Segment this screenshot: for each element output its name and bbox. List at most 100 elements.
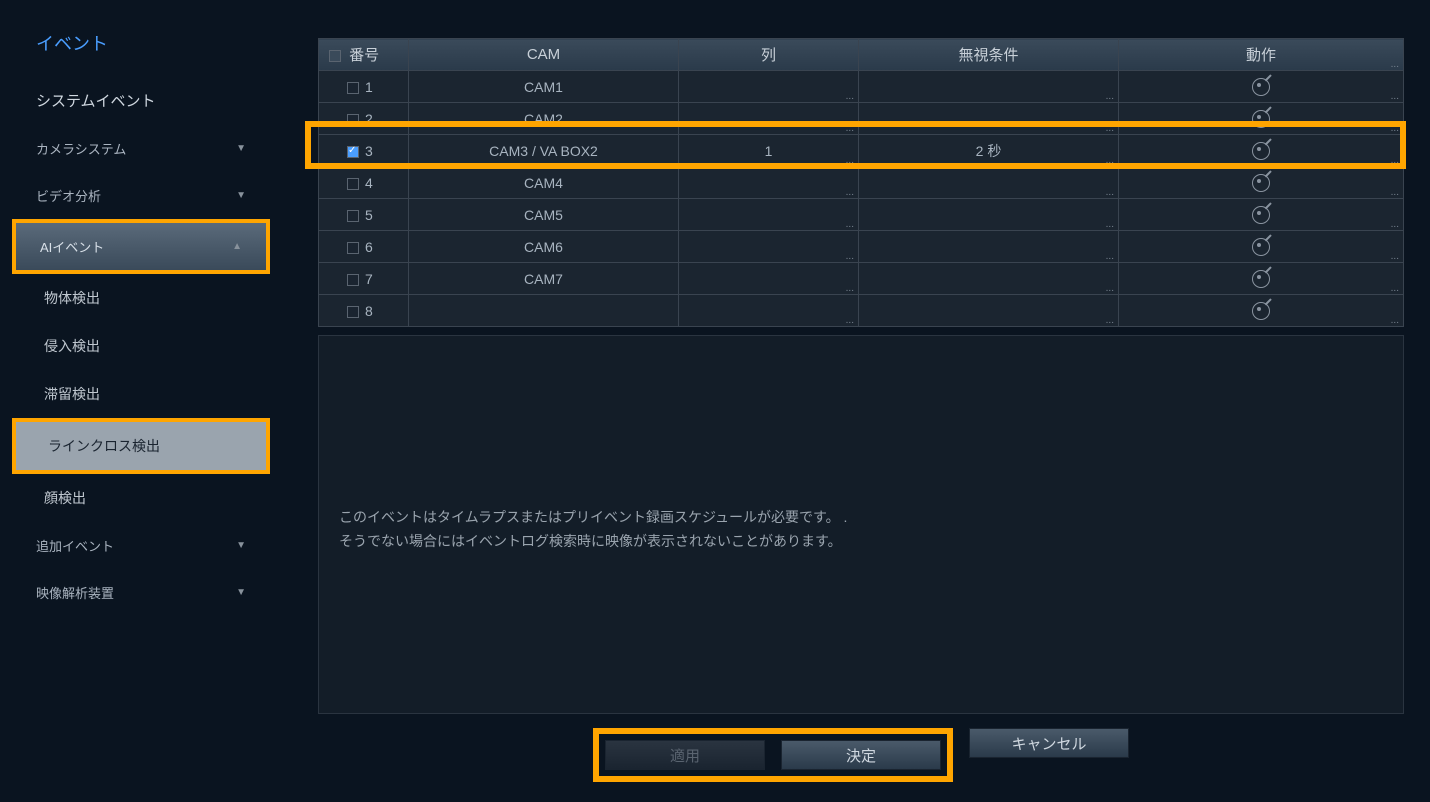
table-row[interactable]: 4CAM4.........: [319, 167, 1404, 199]
cell-num[interactable]: 7: [319, 263, 409, 295]
highlight-buttons: 適用 決定: [593, 728, 953, 782]
chevron-up-icon: ▲: [232, 241, 242, 252]
table-row[interactable]: 2CAM2.........: [319, 103, 1404, 135]
cell-row[interactable]: 1...: [679, 135, 859, 167]
highlight-ai-event: AIイベント ▲: [12, 219, 270, 274]
cell-ignore[interactable]: ...: [859, 199, 1119, 231]
cell-num[interactable]: 8: [319, 295, 409, 327]
cell-num[interactable]: 1: [319, 71, 409, 103]
sidebar-item-intrusion-detection[interactable]: 侵入検出: [0, 322, 282, 370]
table-row[interactable]: 3CAM3 / VA BOX21...2 秒......: [319, 135, 1404, 167]
action-config-icon[interactable]: [1252, 302, 1270, 320]
cell-row[interactable]: ...: [679, 199, 859, 231]
sidebar-item-ai-event[interactable]: AIイベント ▲: [16, 223, 266, 270]
ellipsis-icon: ...: [1391, 155, 1399, 166]
table-row[interactable]: 7CAM7.........: [319, 263, 1404, 295]
row-checkbox[interactable]: [347, 306, 359, 318]
table-wrap: 番号 CAM 列 無視条件 動作 ... 1CAM1.........2CAM2…: [318, 38, 1404, 327]
sidebar-title: イベント: [0, 30, 282, 76]
ellipsis-icon: ...: [1391, 123, 1399, 134]
info-line-2: そうでない場合にはイベントログ検索時に映像が表示されないことがあります。: [339, 530, 1383, 554]
cell-ignore[interactable]: ...: [859, 295, 1119, 327]
cell-num[interactable]: 6: [319, 231, 409, 263]
ellipsis-icon: ...: [1106, 187, 1114, 198]
action-config-icon[interactable]: [1252, 78, 1270, 96]
cell-row[interactable]: ...: [679, 71, 859, 103]
sidebar-item-system-event[interactable]: システムイベント: [0, 76, 282, 125]
row-checkbox[interactable]: [347, 114, 359, 126]
event-table: 番号 CAM 列 無視条件 動作 ... 1CAM1.........2CAM2…: [318, 38, 1404, 327]
cell-ignore[interactable]: ...: [859, 263, 1119, 295]
apply-button[interactable]: 適用: [605, 740, 765, 770]
cell-row[interactable]: ...: [679, 263, 859, 295]
action-config-icon[interactable]: [1252, 270, 1270, 288]
button-bar: 適用 決定 キャンセル: [318, 714, 1404, 782]
cell-ignore[interactable]: 2 秒...: [859, 135, 1119, 167]
row-checkbox[interactable]: [347, 210, 359, 222]
cell-cam[interactable]: CAM5: [409, 199, 679, 231]
cell-action[interactable]: ...: [1119, 231, 1404, 263]
ellipsis-icon: ...: [1106, 251, 1114, 262]
sidebar-item-loitering-detection[interactable]: 滞留検出: [0, 370, 282, 418]
cell-cam[interactable]: [409, 295, 679, 327]
sidebar-item-video-analysis[interactable]: ビデオ分析 ▼: [0, 172, 282, 219]
row-checkbox[interactable]: [347, 82, 359, 94]
cell-action[interactable]: ...: [1119, 295, 1404, 327]
cell-action[interactable]: ...: [1119, 167, 1404, 199]
cell-row[interactable]: ...: [679, 167, 859, 199]
row-checkbox[interactable]: [347, 146, 359, 158]
header-num[interactable]: 番号: [319, 39, 409, 71]
cell-action[interactable]: ...: [1119, 199, 1404, 231]
cell-cam[interactable]: CAM1: [409, 71, 679, 103]
cell-row[interactable]: ...: [679, 231, 859, 263]
action-config-icon[interactable]: [1252, 238, 1270, 256]
sidebar-item-line-cross-detection[interactable]: ラインクロス検出: [16, 422, 266, 470]
cell-num[interactable]: 3: [319, 135, 409, 167]
sidebar-item-video-analysis-device[interactable]: 映像解析装置 ▼: [0, 569, 282, 616]
cell-cam[interactable]: CAM7: [409, 263, 679, 295]
action-config-icon[interactable]: [1252, 110, 1270, 128]
table-row[interactable]: 6CAM6.........: [319, 231, 1404, 263]
cell-action[interactable]: ...: [1119, 263, 1404, 295]
cell-num[interactable]: 2: [319, 103, 409, 135]
sidebar-item-label: 顔検出: [44, 488, 86, 508]
cell-row[interactable]: ...: [679, 103, 859, 135]
cancel-button[interactable]: キャンセル: [969, 728, 1129, 758]
ok-button[interactable]: 決定: [781, 740, 941, 770]
row-checkbox[interactable]: [347, 178, 359, 190]
action-config-icon[interactable]: [1252, 206, 1270, 224]
table-row[interactable]: 5CAM5.........: [319, 199, 1404, 231]
cell-cam[interactable]: CAM4: [409, 167, 679, 199]
sidebar-item-face-detection[interactable]: 顔検出: [0, 474, 282, 522]
header-cam[interactable]: CAM: [409, 39, 679, 71]
header-row[interactable]: 列: [679, 39, 859, 71]
cell-action[interactable]: ...: [1119, 135, 1404, 167]
header-action[interactable]: 動作 ...: [1119, 39, 1404, 71]
ellipsis-icon: ...: [846, 91, 854, 102]
sidebar-item-object-detection[interactable]: 物体検出: [0, 274, 282, 322]
cell-ignore[interactable]: ...: [859, 71, 1119, 103]
cell-action[interactable]: ...: [1119, 71, 1404, 103]
row-checkbox[interactable]: [347, 274, 359, 286]
cell-num[interactable]: 5: [319, 199, 409, 231]
cell-ignore[interactable]: ...: [859, 103, 1119, 135]
select-all-checkbox[interactable]: [329, 50, 341, 62]
sidebar-item-additional-event[interactable]: 追加イベント ▼: [0, 522, 282, 569]
cell-row[interactable]: ...: [679, 295, 859, 327]
cell-ignore[interactable]: ...: [859, 231, 1119, 263]
ellipsis-icon: ...: [1391, 283, 1399, 294]
action-config-icon[interactable]: [1252, 174, 1270, 192]
cell-cam[interactable]: CAM3 / VA BOX2: [409, 135, 679, 167]
table-row[interactable]: 8.........: [319, 295, 1404, 327]
cell-num[interactable]: 4: [319, 167, 409, 199]
action-config-icon[interactable]: [1252, 142, 1270, 160]
header-ignore[interactable]: 無視条件: [859, 39, 1119, 71]
table-header-row: 番号 CAM 列 無視条件 動作 ...: [319, 39, 1404, 71]
cell-ignore[interactable]: ...: [859, 167, 1119, 199]
sidebar-item-camera-system[interactable]: カメラシステム ▼: [0, 125, 282, 172]
table-row[interactable]: 1CAM1.........: [319, 71, 1404, 103]
cell-cam[interactable]: CAM6: [409, 231, 679, 263]
row-checkbox[interactable]: [347, 242, 359, 254]
cell-cam[interactable]: CAM2: [409, 103, 679, 135]
cell-action[interactable]: ...: [1119, 103, 1404, 135]
